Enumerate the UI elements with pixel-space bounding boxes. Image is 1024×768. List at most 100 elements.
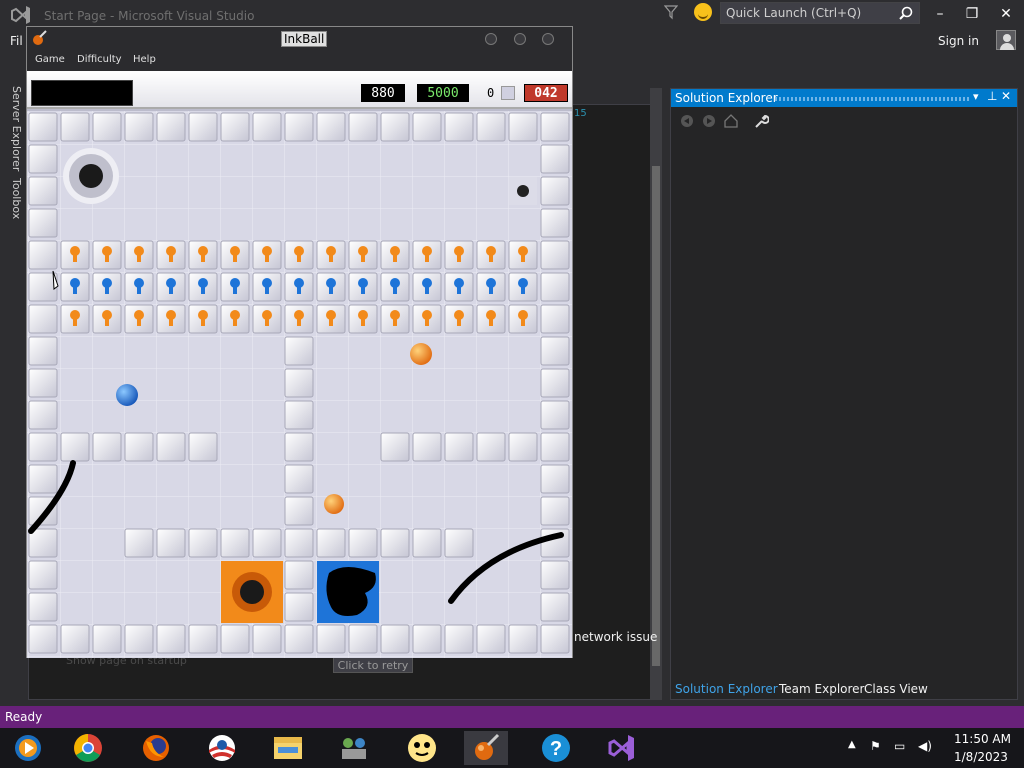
tab-class-view[interactable]: Class View [864,682,928,696]
wall-tile [60,432,90,462]
wall-tile [28,112,58,142]
wall-tile [124,528,154,558]
smiley-face-icon[interactable] [400,731,444,765]
editor-scrollbar[interactable] [650,88,662,700]
wall-tile [252,112,282,142]
balls-remaining-counter: 0 [487,86,495,100]
keyhole-stem [105,253,109,262]
network-icon[interactable]: ▭ [894,739,905,753]
keyhole-stem [105,285,109,294]
keyhole-stem [361,317,365,326]
menu-help[interactable]: Help [133,54,156,65]
wall-tile [284,336,314,366]
wall-tile [540,560,570,590]
close-panel-icon[interactable]: ✕ [1001,89,1011,103]
wall-tile [28,272,58,302]
keyhole-stem [393,285,397,294]
inkball-icon[interactable] [464,731,508,765]
network-people-icon[interactable] [332,731,376,765]
keyhole-stem [521,253,525,262]
close-button[interactable]: ✕ [996,4,1016,24]
wall-tile [92,624,122,654]
wall-tile [60,112,90,142]
wall-tile [220,528,250,558]
keyhole-stem [457,253,461,262]
wrench-icon[interactable] [753,113,769,129]
keyhole-stem [393,317,397,326]
keyhole-stem [265,285,269,294]
scrollbar-thumb[interactable] [652,166,660,666]
retry-button[interactable]: Click to retry [333,656,413,673]
clock-time[interactable]: 11:50 AM [954,732,1011,746]
wall-tile [540,528,570,558]
solution-explorer-header: Solution Explorer ▾ ⊥ ✕ [671,89,1017,107]
maximize-circle-button[interactable] [514,33,526,45]
forward-icon[interactable] [701,113,717,129]
wall-tile [508,432,538,462]
wall-tile [476,432,506,462]
keyhole-stem [105,317,109,326]
sign-in-link[interactable]: Sign in [938,34,979,48]
keyhole-stem [201,253,205,262]
inkball-title: InkBall [281,31,328,47]
clock-date[interactable]: 1/8/2023 [954,750,1008,764]
chrome-icon[interactable] [66,731,110,765]
firefox-icon[interactable] [134,731,178,765]
inkball-titlebar[interactable]: InkBall [27,27,572,51]
game-board-canvas[interactable] [27,111,572,658]
header-grip[interactable] [775,97,971,101]
menu-file[interactable]: Fil [10,34,23,48]
wall-tile [124,624,154,654]
wall-tile [252,624,282,654]
wall-tile [348,112,378,142]
inkball-menubar: Game Difficulty Help [27,51,572,71]
keyhole-stem [297,285,301,294]
server-explorer-tab[interactable]: Server Explorer [10,86,23,171]
visual-studio-icon[interactable] [600,731,644,765]
keyhole-stem [521,317,525,326]
keyhole-stem [329,285,333,294]
volume-icon[interactable]: ◀) [918,739,932,753]
home-icon[interactable] [723,113,739,129]
game-board[interactable] [27,111,572,658]
score-counter: 880 [361,84,405,102]
file-explorer-icon[interactable] [266,731,310,765]
filter-icon[interactable] [664,4,678,20]
tray-expand-icon[interactable]: ▲ [848,739,856,750]
wall-tile [540,464,570,494]
pin-icon[interactable]: ⊥ [987,89,997,103]
wall-tile [28,560,58,590]
tab-team-explorer[interactable]: Team Explorer [779,682,865,696]
taskbar: ? ▲ ⚑ ▭ ◀) [0,728,1024,768]
dropdown-icon[interactable]: ▾ [973,90,979,103]
restore-button[interactable]: ❐ [962,4,982,24]
feedback-smiley-icon[interactable] [694,3,712,21]
orange-hole [221,561,283,623]
minimize-circle-button[interactable] [485,33,497,45]
solution-explorer-panel: Solution Explorer ▾ ⊥ ✕ [670,88,1018,700]
wall-tile [380,528,410,558]
close-circle-button[interactable] [542,33,554,45]
menu-game[interactable]: Game [35,54,65,65]
menu-difficulty[interactable]: Difficulty [77,54,122,65]
back-icon[interactable] [679,113,695,129]
quick-launch-placeholder: Quick Launch (Ctrl+Q) [726,6,862,20]
windows-media-player-icon[interactable] [6,731,50,765]
flag-icon[interactable]: ⚑ [870,739,881,753]
quick-launch-input[interactable]: Quick Launch (Ctrl+Q) [720,2,920,24]
keyhole-stem [425,285,429,294]
minimize-button[interactable]: – [930,4,950,24]
tab-solution-explorer[interactable]: Solution Explorer [675,682,778,696]
wall-tile [28,592,58,622]
wall-tile [92,112,122,142]
time-counter: 042 [524,84,568,102]
account-avatar-icon[interactable] [996,30,1016,50]
keyhole-stem [489,253,493,262]
search-icon[interactable] [899,6,913,20]
wall-tile [540,368,570,398]
obama-icon[interactable] [200,731,244,765]
keyhole-stem [73,317,77,326]
wall-tile [156,528,186,558]
help-icon[interactable]: ? [534,731,578,765]
toolbox-tab[interactable]: Toolbox [10,178,23,219]
